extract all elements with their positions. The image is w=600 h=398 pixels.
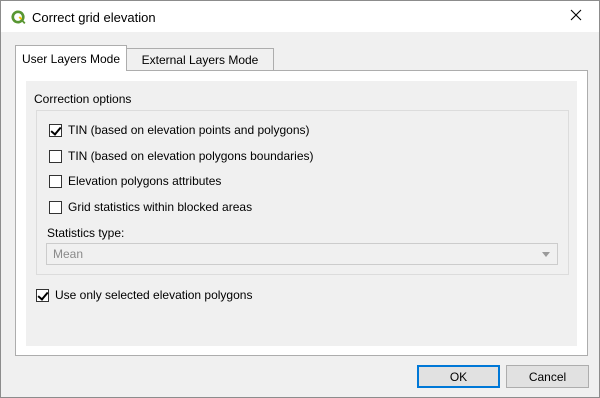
close-icon: [570, 9, 582, 24]
tab-external-layers-mode[interactable]: External Layers Mode: [127, 48, 274, 70]
option-tin-polygon-boundaries[interactable]: TIN (based on elevation polygons boundar…: [49, 148, 313, 164]
option-grid-statistics[interactable]: Grid statistics within blocked areas: [49, 199, 252, 215]
checkbox-checked[interactable]: [36, 288, 49, 302]
correction-options-group: Correction options TIN (based on elevati…: [26, 81, 577, 346]
option-label: Use only selected elevation polygons: [55, 288, 253, 302]
checkbox[interactable]: [49, 200, 62, 214]
cancel-button[interactable]: Cancel: [506, 365, 589, 388]
option-label: Grid statistics within blocked areas: [68, 200, 253, 214]
option-elevation-polygons-attributes[interactable]: Elevation polygons attributes: [49, 173, 221, 189]
options-box: TIN (based on elevation points and polyg…: [36, 110, 569, 275]
option-label: TIN (based on elevation points and polyg…: [68, 123, 310, 137]
tab-user-layers-mode[interactable]: User Layers Mode: [15, 45, 127, 71]
checkbox[interactable]: [49, 149, 62, 163]
qgis-logo-icon: [10, 9, 26, 25]
close-button[interactable]: [553, 1, 599, 32]
statistics-type-label: Statistics type:: [47, 226, 125, 240]
ok-button[interactable]: OK: [417, 365, 500, 388]
option-use-selected-polygons[interactable]: Use only selected elevation polygons: [36, 287, 252, 303]
title-bar[interactable]: Correct grid elevation: [1, 1, 599, 32]
checkbox-checked[interactable]: [49, 123, 62, 137]
window-title: Correct grid elevation: [32, 10, 156, 25]
dialog-window: Correct grid elevation User Layers Mode …: [0, 0, 600, 398]
option-tin-points-polygons[interactable]: TIN (based on elevation points and polyg…: [49, 122, 309, 138]
option-label: TIN (based on elevation polygons boundar…: [68, 149, 314, 163]
tab-panel: Correction options TIN (based on elevati…: [15, 70, 588, 356]
option-label: Elevation polygons attributes: [68, 174, 222, 188]
checkbox[interactable]: [49, 174, 62, 188]
group-title: Correction options: [34, 92, 132, 106]
statistics-type-select[interactable]: Mean: [46, 243, 558, 265]
chevron-down-icon: [542, 252, 550, 257]
statistics-type-value: Mean: [53, 247, 84, 261]
